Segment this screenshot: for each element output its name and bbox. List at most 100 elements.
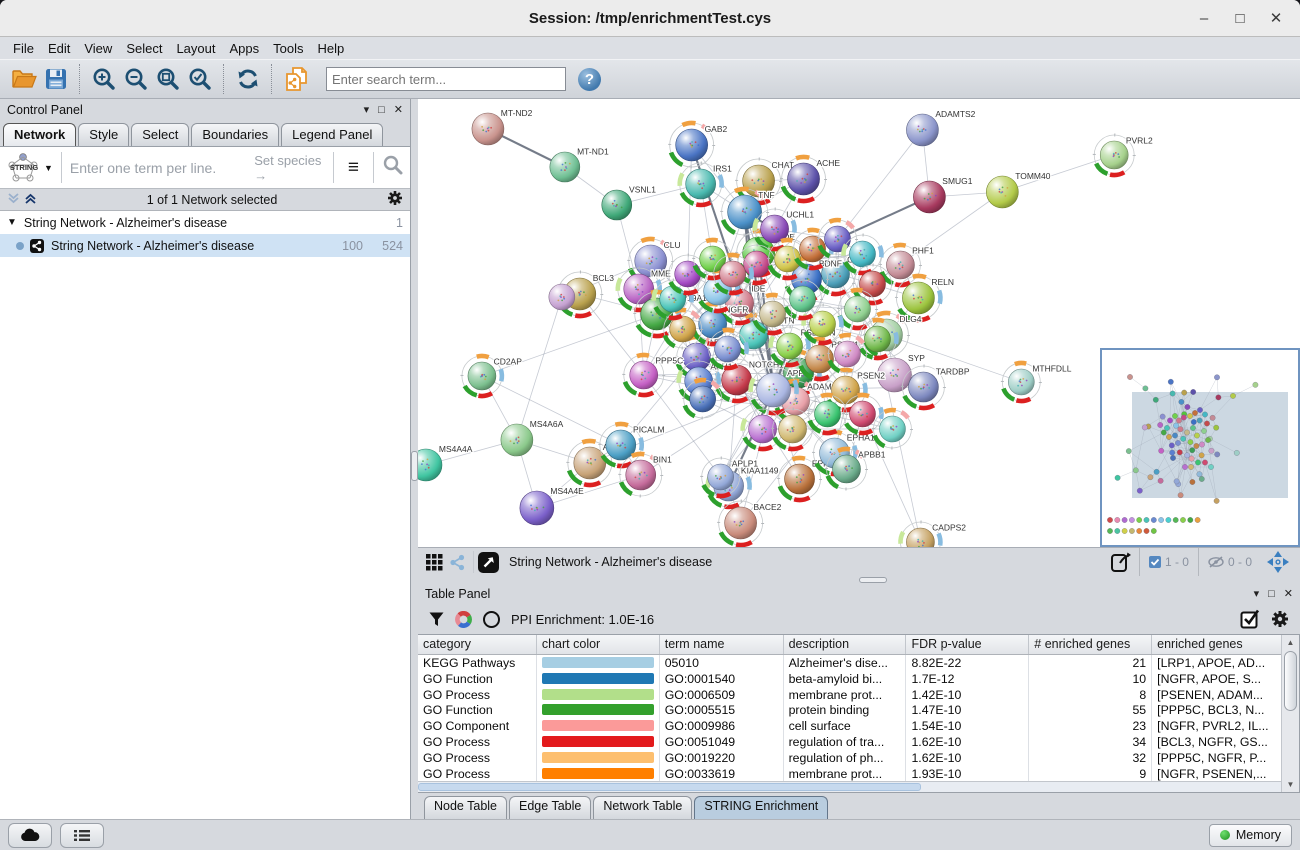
ring-chart-icon[interactable] xyxy=(483,611,500,628)
tab-network-table[interactable]: Network Table xyxy=(593,796,692,819)
network-row-selected[interactable]: String Network - Alzheimer's disease 100… xyxy=(0,234,410,257)
network-node[interactable] xyxy=(549,284,575,310)
minimize-button[interactable]: – xyxy=(1186,10,1222,27)
tab-edge-table[interactable]: Edge Table xyxy=(509,796,591,819)
tab-node-table[interactable]: Node Table xyxy=(424,796,507,819)
automation-cloud-button[interactable] xyxy=(8,823,52,848)
network-node-tomm40[interactable]: TOMM40 xyxy=(986,171,1050,208)
scroll-up-arrow[interactable]: ▲ xyxy=(1282,635,1299,650)
tab-network[interactable]: Network xyxy=(3,123,76,146)
panel-float-icon[interactable]: □ xyxy=(1268,588,1275,600)
filter-icon[interactable] xyxy=(429,612,444,627)
network-node-mthfdll[interactable]: MTHFDLL xyxy=(1002,363,1071,401)
column-header[interactable]: chart color xyxy=(537,635,660,654)
tab-string-enrichment[interactable]: STRING Enrichment xyxy=(694,796,828,819)
network-options-gear-icon[interactable] xyxy=(387,190,403,209)
network-collection-row[interactable]: ▼ String Network - Alzheimer's disease 1 xyxy=(0,211,410,234)
tab-select[interactable]: Select xyxy=(131,123,189,146)
table-row[interactable]: GO ProcessGO:0051049regulation of tra...… xyxy=(418,734,1282,750)
table-row[interactable]: GO FunctionGO:0001540beta-amyloid bi...1… xyxy=(418,671,1282,687)
scrollbar-thumb[interactable] xyxy=(1284,651,1297,711)
table-row[interactable]: KEGG Pathways05010Alzheimer's dise...8.8… xyxy=(418,655,1282,671)
tab-style[interactable]: Style xyxy=(78,123,129,146)
open-session-icon[interactable] xyxy=(10,65,38,93)
string-options-icon[interactable]: ≡ xyxy=(342,158,365,177)
tab-boundaries[interactable]: Boundaries xyxy=(191,123,279,146)
network-node[interactable] xyxy=(829,335,867,373)
network-node-ms4a4e[interactable]: MS4A4E xyxy=(520,486,584,525)
vertical-scrollbar[interactable]: ▲ ▼ xyxy=(1281,635,1299,792)
menu-edit[interactable]: Edit xyxy=(41,39,77,58)
panel-collapse-icon[interactable]: ▾ xyxy=(364,103,370,116)
menu-layout[interactable]: Layout xyxy=(169,39,222,58)
expand-all-icon[interactable] xyxy=(7,192,20,208)
menu-apps[interactable]: Apps xyxy=(223,39,267,58)
network-node[interactable] xyxy=(873,410,911,448)
menu-help[interactable]: Help xyxy=(311,39,352,58)
column-header[interactable]: # enriched genes xyxy=(1029,635,1152,654)
pie-chart-icon[interactable] xyxy=(455,611,472,628)
copy-network-icon[interactable] xyxy=(282,65,310,93)
network-node-cd2ap[interactable]: CD2AP xyxy=(462,356,522,396)
open-in-window-icon[interactable] xyxy=(478,552,499,573)
string-search-icon[interactable] xyxy=(382,154,404,181)
species-selector[interactable]: Set species → xyxy=(254,153,325,183)
table-row[interactable]: GO ProcessGO:0006509membrane prot...1.42… xyxy=(418,687,1282,703)
string-query-input[interactable]: Enter one term per line. xyxy=(70,160,216,176)
network-node-ms4a6a[interactable]: MS4A6A xyxy=(501,419,564,456)
menu-select[interactable]: Select xyxy=(119,39,169,58)
grid-view-icon[interactable] xyxy=(423,554,446,571)
panel-collapse-icon[interactable]: ▾ xyxy=(1254,587,1260,600)
splitter-handle[interactable] xyxy=(859,577,887,583)
birdseye-view[interactable] xyxy=(1100,348,1300,547)
memory-button[interactable]: Memory xyxy=(1209,824,1292,847)
select-columns-icon[interactable] xyxy=(1240,609,1260,629)
panel-close-icon[interactable]: ✕ xyxy=(1284,587,1293,600)
network-canvas[interactable]: MT-ND2MT-ND1VSNL1GAB2IRS1CHATACHEADAMTS2… xyxy=(418,99,1300,547)
column-header[interactable]: category xyxy=(418,635,537,654)
network-node[interactable] xyxy=(773,409,813,449)
navigator-compass-icon[interactable] xyxy=(1261,551,1295,573)
table-row[interactable]: GO ProcessGO:0033619membrane prot...1.93… xyxy=(418,766,1282,781)
menu-tools[interactable]: Tools xyxy=(266,39,310,58)
zoom-fit-icon[interactable] xyxy=(154,65,182,93)
export-network-icon[interactable] xyxy=(1103,551,1139,573)
table-row[interactable]: GO FunctionGO:0005515protein binding1.47… xyxy=(418,702,1282,718)
scrollbar-thumb[interactable] xyxy=(418,783,921,791)
splitter-handle[interactable] xyxy=(411,451,418,481)
scroll-down-arrow[interactable]: ▼ xyxy=(1282,777,1299,792)
zoom-selected-icon[interactable] xyxy=(186,65,214,93)
tab-legend-panel[interactable]: Legend Panel xyxy=(281,123,383,146)
table-row[interactable]: GO ComponentGO:0009986cell surface1.54E-… xyxy=(418,718,1282,734)
help-icon[interactable]: ? xyxy=(578,68,601,91)
network-node-tardbp[interactable]: TARDBP xyxy=(902,366,969,408)
save-session-icon[interactable] xyxy=(42,65,70,93)
column-header[interactable]: FDR p-value xyxy=(906,635,1029,654)
settings-gear-icon[interactable] xyxy=(1271,610,1289,628)
column-header[interactable]: description xyxy=(784,635,907,654)
task-history-button[interactable] xyxy=(60,823,104,848)
share-network-icon[interactable] xyxy=(446,554,469,571)
network-node-pvrl2[interactable]: PVRL2 xyxy=(1094,135,1153,175)
horizontal-scrollbar[interactable] xyxy=(418,781,1282,792)
tree-caret-icon[interactable]: ▼ xyxy=(7,217,17,228)
column-header[interactable]: term name xyxy=(660,635,784,654)
panel-float-icon[interactable]: □ xyxy=(378,104,385,116)
string-logo-icon[interactable]: STRING ▼ xyxy=(6,152,53,184)
network-node-adamts2[interactable]: ADAMTS2 xyxy=(906,109,975,146)
network-node-cadps2[interactable]: CADPS2 xyxy=(900,522,966,547)
panel-close-icon[interactable]: ✕ xyxy=(394,103,403,116)
network-node[interactable] xyxy=(754,295,792,333)
horizontal-splitter[interactable] xyxy=(418,576,1300,583)
zoom-in-icon[interactable] xyxy=(90,65,118,93)
refresh-icon[interactable] xyxy=(234,65,262,93)
maximize-button[interactable]: □ xyxy=(1222,10,1258,27)
table-row[interactable]: GO ProcessGO:0019220regulation of ph...1… xyxy=(418,750,1282,766)
network-node-bin1[interactable]: BIN1 xyxy=(620,454,672,496)
column-header[interactable]: enriched genes xyxy=(1152,635,1282,654)
network-node-mt-nd2[interactable]: MT-ND2 xyxy=(472,108,533,145)
menu-file[interactable]: File xyxy=(6,39,41,58)
search-input[interactable] xyxy=(326,67,566,91)
birdseye-graph[interactable] xyxy=(1102,350,1298,545)
network-node-gab2[interactable]: GAB2 xyxy=(670,123,728,167)
